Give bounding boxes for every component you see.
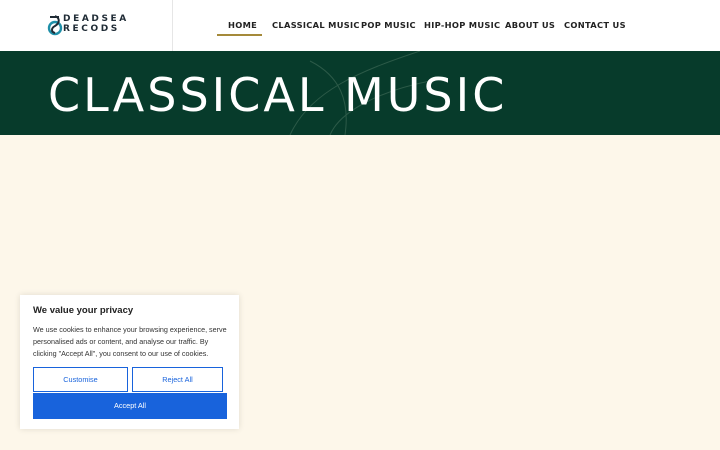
cookie-title: We value your privacy — [33, 305, 134, 316]
nav-pop-music[interactable]: POP MUSIC — [361, 20, 416, 34]
header-divider — [172, 0, 173, 51]
nav-about-us[interactable]: ABOUT US — [505, 20, 555, 34]
reject-all-button[interactable]: Reject All — [132, 367, 223, 392]
nav-hip-hop-music[interactable]: HIP-HOP MUSIC — [424, 20, 500, 34]
customise-button[interactable]: Customise — [33, 367, 128, 392]
site-logo[interactable]: DEADSEA RECODS — [46, 13, 136, 39]
page-banner: CLASSICAL MUSIC — [0, 51, 720, 135]
nav-home[interactable]: HOME — [228, 20, 257, 34]
treble-clef-logo-icon — [47, 15, 63, 36]
logo-line-2: RECODS — [63, 24, 120, 34]
page-title: CLASSICAL MUSIC — [48, 68, 508, 122]
logo-line-1: DEADSEA — [63, 14, 129, 24]
site-header: DEADSEA RECODS HOME CLASSICAL MUSIC POP … — [0, 0, 720, 51]
logo-wordmark: DEADSEA RECODS — [63, 14, 129, 34]
cookie-description: We use cookies to enhance your browsing … — [33, 325, 227, 358]
nav-active-indicator — [217, 34, 262, 36]
accept-all-button[interactable]: Accept All — [33, 393, 227, 419]
cookie-consent-banner: We value your privacy We use cookies to … — [20, 295, 239, 429]
nav-classical-music[interactable]: CLASSICAL MUSIC — [272, 20, 360, 34]
nav-contact-us[interactable]: CONTACT US — [564, 20, 626, 34]
